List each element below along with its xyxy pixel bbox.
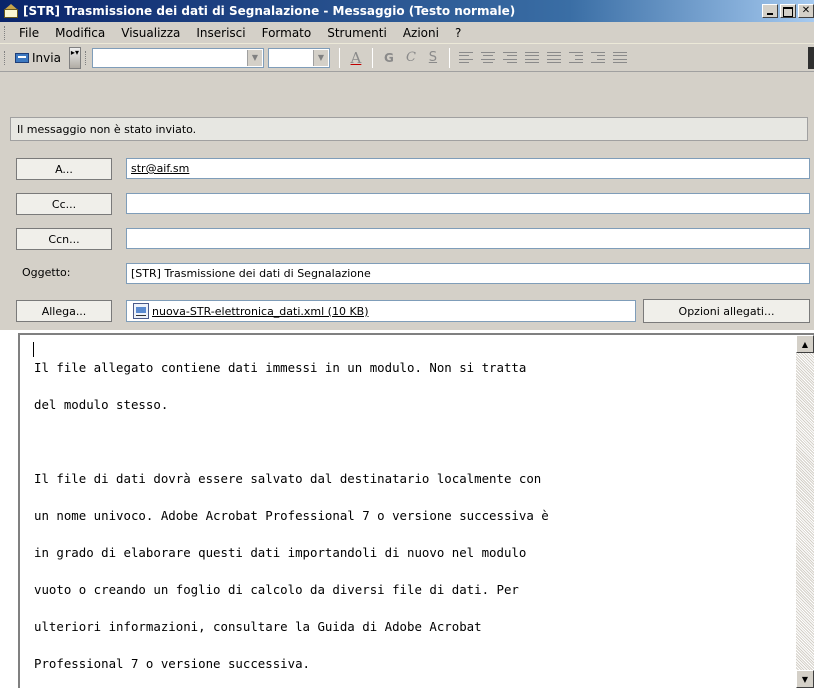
menu-file[interactable]: File — [11, 26, 47, 40]
align-center-button[interactable] — [477, 47, 499, 69]
subject-value: [STR] Trasmissione dei dati di Segnalazi… — [131, 267, 371, 280]
to-recipient[interactable]: str@aif.sm — [131, 162, 189, 175]
bullets-button[interactable] — [521, 47, 543, 69]
increase-indent-icon — [590, 51, 605, 64]
info-bar: Il messaggio non è stato inviato. — [10, 117, 808, 141]
attachment-field[interactable]: nuova-STR-elettronica_dati.xml (10 KB) — [126, 300, 636, 322]
title-bar[interactable]: [STR] Trasmissione dei dati di Segnalazi… — [0, 0, 814, 22]
align-right-icon — [502, 51, 517, 64]
formatting-toolbar: Invia ▸▾ ▼ ▼ A G C S — [0, 44, 814, 72]
italic-button[interactable]: C — [400, 47, 422, 69]
menu-formato[interactable]: Formato — [254, 26, 320, 40]
bcc-button[interactable]: Ccn... — [16, 228, 112, 250]
attachment-options-button[interactable]: Opzioni allegati... — [643, 299, 810, 323]
style-button[interactable] — [609, 47, 631, 69]
underline-button[interactable]: S — [422, 47, 444, 69]
body-line: vuoto o creando un foglio di calcolo da … — [34, 581, 519, 597]
chevron-down-icon[interactable]: ▼ — [246, 49, 262, 66]
close-button[interactable]: ✕ — [798, 4, 814, 18]
numbering-icon — [546, 51, 561, 64]
toolbar-overflow[interactable] — [808, 46, 814, 69]
body-line: un nome univoco. Adobe Acrobat Professio… — [34, 507, 549, 523]
minimize-button[interactable] — [762, 4, 778, 18]
align-left-button[interactable] — [455, 47, 477, 69]
info-bar-text: Il messaggio non è stato inviato. — [17, 122, 197, 136]
bcc-field[interactable] — [126, 228, 810, 249]
send-icon — [15, 52, 29, 63]
toolbar-separator — [371, 47, 373, 68]
scroll-up-icon[interactable]: ▲ — [796, 335, 814, 353]
align-center-icon — [480, 51, 495, 64]
menu-modifica[interactable]: Modifica — [47, 26, 113, 40]
cc-field[interactable] — [126, 193, 810, 214]
body-line: del modulo stesso. — [34, 396, 169, 412]
window-controls: ✕ — [760, 4, 814, 18]
toolbar-separator — [338, 47, 340, 68]
toolbar-options-chevron[interactable]: ▸▾ — [68, 46, 81, 69]
menu-grip[interactable] — [4, 25, 7, 40]
scroll-down-icon[interactable]: ▼ — [796, 670, 814, 688]
increase-indent-button[interactable] — [587, 47, 609, 69]
menu-azioni[interactable]: Azioni — [395, 26, 447, 40]
body-line: Il file di dati dovrà essere salvato dal… — [34, 470, 542, 486]
cc-button[interactable]: Cc... — [16, 193, 112, 215]
to-field[interactable]: str@aif.sm — [126, 158, 810, 179]
body-line: Il file allegato contiene dati immessi i… — [34, 359, 527, 375]
toolbar-separator — [448, 47, 450, 68]
menu-visualizza[interactable]: Visualizza — [113, 26, 188, 40]
decrease-indent-button[interactable] — [565, 47, 587, 69]
bullets-icon — [524, 51, 539, 64]
font-size-combo[interactable]: ▼ — [267, 47, 330, 68]
bold-button[interactable]: G — [378, 47, 400, 69]
vertical-scrollbar[interactable]: ▲ ▼ — [796, 335, 814, 688]
attach-button[interactable]: Allega... — [16, 300, 112, 322]
attachment-link[interactable]: nuova-STR-elettronica_dati.xml (10 KB) — [152, 305, 369, 318]
envelope-icon[interactable] — [3, 3, 19, 19]
chevron-down-icon[interactable]: ▼ — [312, 49, 328, 66]
toolbar-grip-2[interactable] — [84, 50, 88, 65]
window-title: [STR] Trasmissione dei dati di Segnalazi… — [23, 4, 516, 18]
send-button[interactable]: Invia — [11, 47, 65, 69]
font-color-button[interactable]: A — [345, 47, 367, 69]
style-icon — [612, 51, 627, 64]
font-name-combo[interactable]: ▼ — [91, 47, 264, 68]
align-right-button[interactable] — [499, 47, 521, 69]
subject-label: Oggetto: — [22, 266, 71, 279]
decrease-indent-icon — [568, 51, 583, 64]
menu-strumenti[interactable]: Strumenti — [319, 26, 395, 40]
menu-inserisci[interactable]: Inserisci — [188, 26, 253, 40]
body-text[interactable]: Il file allegato contiene dati immessi i… — [34, 340, 794, 688]
body-line: ulteriori informazioni, consultare la Gu… — [34, 618, 482, 634]
numbering-button[interactable] — [543, 47, 565, 69]
toolbar-grip[interactable] — [4, 50, 7, 65]
maximize-button[interactable] — [780, 4, 796, 18]
body-line: Professional 7 o versione successiva. — [34, 655, 311, 671]
menu-help[interactable]: ? — [447, 26, 469, 40]
xml-file-icon — [133, 303, 149, 319]
send-label: Invia — [32, 50, 61, 65]
to-button[interactable]: A... — [16, 158, 112, 180]
menu-bar: File Modifica Visualizza Inserisci Forma… — [0, 22, 814, 44]
body-line: in grado di elaborare questi dati import… — [34, 544, 527, 560]
subject-field[interactable]: [STR] Trasmissione dei dati di Segnalazi… — [126, 263, 810, 284]
body-line — [34, 433, 794, 452]
message-body[interactable]: Il file allegato contiene dati immessi i… — [18, 333, 814, 688]
align-left-icon — [458, 51, 473, 64]
